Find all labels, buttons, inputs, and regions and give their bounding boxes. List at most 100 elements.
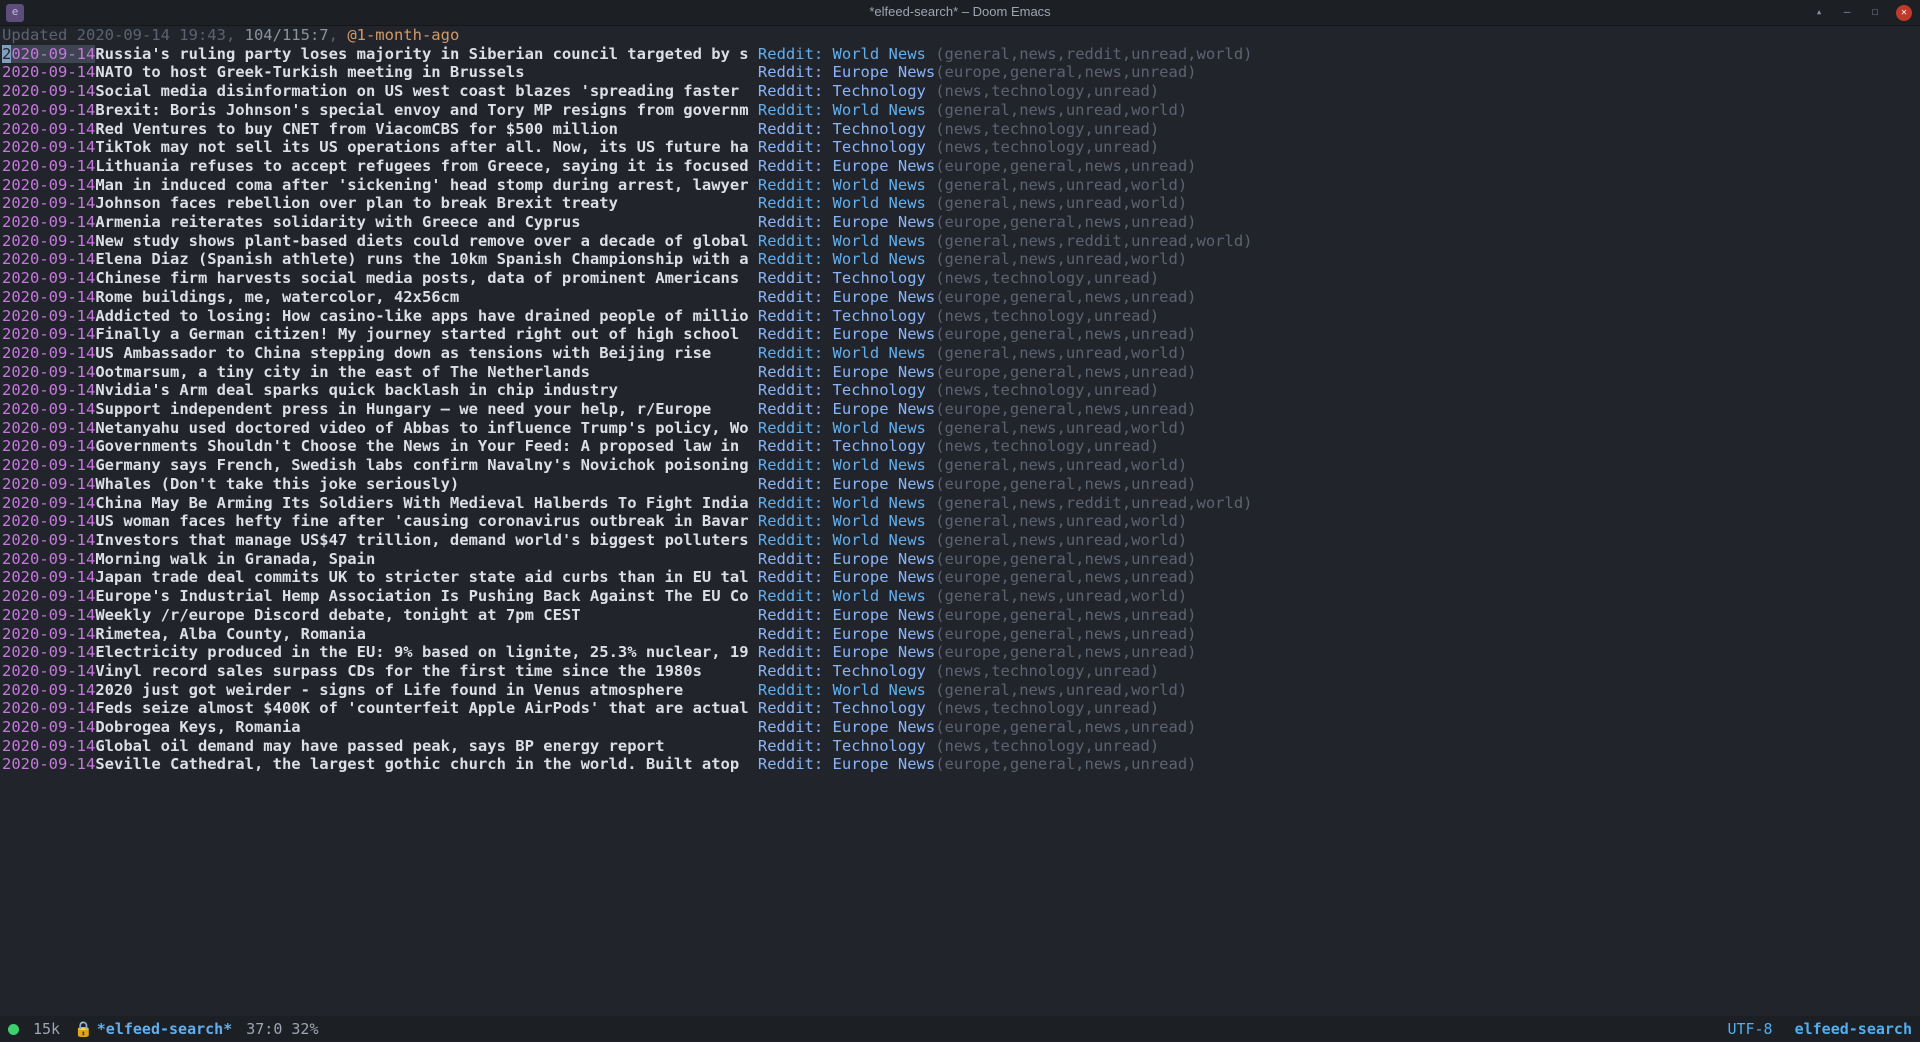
entry-feed: Reddit: Europe News [758, 755, 935, 774]
entry-title: New study shows plant-based diets could … [95, 232, 758, 251]
entry-title: Ootmarsum, a tiny city in the east of Th… [95, 363, 758, 382]
feed-entry[interactable]: 2020-09-14 Weekly /r/europe Discord deba… [2, 606, 1920, 625]
entry-title: Support independent press in Hungary – w… [95, 400, 758, 419]
entry-tags: (europe,general,news,unread) [935, 363, 1196, 382]
entry-feed: Reddit: Technology [758, 737, 935, 756]
feed-entry[interactable]: 2020-09-14 Ootmarsum, a tiny city in the… [2, 363, 1920, 382]
feed-entry[interactable]: 2020-09-14 US Ambassador to China steppi… [2, 344, 1920, 363]
entry-feed: Reddit: Europe News [758, 325, 935, 344]
entry-tags: (general,news,unread,world) [935, 101, 1187, 120]
entry-tags: (europe,general,news,unread) [935, 625, 1196, 644]
entry-date: 2020-09-14 [2, 400, 95, 419]
entry-tags: (europe,general,news,unread) [935, 325, 1196, 344]
feed-entry[interactable]: 2020-09-14 Brexit: Boris Johnson's speci… [2, 101, 1920, 120]
window-ontop-icon[interactable] [1812, 6, 1826, 20]
feed-entry[interactable]: 2020-09-14 Governments Shouldn't Choose … [2, 437, 1920, 456]
entry-tags: (europe,general,news,unread) [935, 63, 1196, 82]
entry-title: Morning walk in Granada, Spain [95, 550, 758, 569]
feed-entry[interactable]: 2020-09-14 Support independent press in … [2, 400, 1920, 419]
entry-tags: (news,technology,unread) [935, 699, 1159, 718]
status-filter: @1-month-ago [347, 26, 459, 44]
feed-entry[interactable]: 2020-09-14 Lithuania refuses to accept r… [2, 157, 1920, 176]
feed-entry[interactable]: 2020-09-14 Europe's Industrial Hemp Asso… [2, 587, 1920, 606]
entry-date: 2020-09-14 [2, 63, 95, 82]
modeline-buffer-name: *elfeed-search* [97, 1020, 232, 1039]
entry-title: Armenia reiterates solidarity with Greec… [95, 213, 758, 232]
feed-entry[interactable]: 2020-09-14 Armenia reiterates solidarity… [2, 213, 1920, 232]
feed-entry[interactable]: 2020-09-14 Johnson faces rebellion over … [2, 194, 1920, 213]
feed-entry[interactable]: 2020-09-14 Nvidia's Arm deal sparks quic… [2, 381, 1920, 400]
feed-entry[interactable]: 2020-09-14 Rome buildings, me, watercolo… [2, 288, 1920, 307]
entry-feed: Reddit: World News [758, 419, 935, 438]
entry-title: Investors that manage US$47 trillion, de… [95, 531, 758, 550]
feed-entry[interactable]: 2020-09-14 US woman faces hefty fine aft… [2, 512, 1920, 531]
entry-feed: Reddit: World News [758, 344, 935, 363]
feed-entry[interactable]: 2020-09-14 Dobrogea Keys, Romania Reddit… [2, 718, 1920, 737]
entry-date: 2020-09-14 [2, 307, 95, 326]
entry-title: Vinyl record sales surpass CDs for the f… [95, 662, 758, 681]
entry-date: 2020-09-14 [2, 718, 95, 737]
entry-feed: Reddit: Technology [758, 699, 935, 718]
feed-entry[interactable]: 2020-09-14 NATO to host Greek-Turkish me… [2, 63, 1920, 82]
entry-title: Red Ventures to buy CNET from ViacomCBS … [95, 120, 758, 139]
feed-entry[interactable]: 2020-09-14 Seville Cathedral, the larges… [2, 755, 1920, 774]
entry-date: 2020-09-14 [2, 363, 95, 382]
entry-date: 2020-09-14 [2, 250, 95, 269]
entry-feed: Reddit: Europe News [758, 606, 935, 625]
entry-feed: Reddit: Europe News [758, 550, 935, 569]
modeline: 15k 🔒 *elfeed-search* 37:0 32% UTF-8 elf… [0, 1016, 1920, 1042]
feed-entry[interactable]: 2020-09-14 Social media disinformation o… [2, 82, 1920, 101]
feed-entry[interactable]: 2020-09-14 Addicted to losing: How casin… [2, 307, 1920, 326]
entry-tags: (general,news,unread,world) [935, 512, 1187, 531]
feed-entry[interactable]: 2020-09-14 TikTok may not sell its US op… [2, 138, 1920, 157]
feed-entry[interactable]: 2020-09-14 Red Ventures to buy CNET from… [2, 120, 1920, 139]
entry-date: 2020-09-14 [2, 568, 95, 587]
entry-date: 2020-09-14 [2, 531, 95, 550]
feed-entry[interactable]: 2020-09-14 2020 just got weirder - signs… [2, 681, 1920, 700]
entry-date: 2020-09-14 [2, 381, 95, 400]
entry-date: 2020-09-14 [2, 138, 95, 157]
feed-entry[interactable]: 2020-09-14 China May Be Arming Its Soldi… [2, 494, 1920, 513]
status-count: 104/115:7 [245, 26, 329, 44]
feed-entry[interactable]: 2020-09-14 Morning walk in Granada, Spai… [2, 550, 1920, 569]
feed-entry[interactable]: 2020-09-14 Electricity produced in the E… [2, 643, 1920, 662]
feed-entry[interactable]: 2020-09-14 Finally a German citizen! My … [2, 325, 1920, 344]
feed-entry[interactable]: 2020-09-14 Germany says French, Swedish … [2, 456, 1920, 475]
entry-title: Rome buildings, me, watercolor, 42x56cm [95, 288, 758, 307]
entry-title: Europe's Industrial Hemp Association Is … [95, 587, 758, 606]
feed-entry[interactable]: 2020-09-14 Elena Diaz (Spanish athlete) … [2, 250, 1920, 269]
window-maximize-icon[interactable] [1868, 6, 1882, 20]
window-minimize-icon[interactable] [1840, 6, 1854, 20]
feed-entry[interactable]: 2020-09-14 Chinese firm harvests social … [2, 269, 1920, 288]
feed-entry[interactable]: 2020-09-14 Russia's ruling party loses m… [2, 45, 1920, 64]
feed-entry[interactable]: 2020-09-14 Rimetea, Alba County, Romania… [2, 625, 1920, 644]
feed-entry[interactable]: 2020-09-14 Feds seize almost $400K of 'c… [2, 699, 1920, 718]
entry-feed: Reddit: World News [758, 101, 935, 120]
entry-tags: (news,technology,unread) [935, 120, 1159, 139]
feed-entry[interactable]: 2020-09-14 Vinyl record sales surpass CD… [2, 662, 1920, 681]
feed-entry[interactable]: 2020-09-14 Whales (Don't take this joke … [2, 475, 1920, 494]
entry-title: Dobrogea Keys, Romania [95, 718, 758, 737]
entry-date: 2020-09-14 [2, 101, 95, 120]
entry-feed: Reddit: World News [758, 494, 935, 513]
feed-entry-list[interactable]: 2020-09-14 Russia's ruling party loses m… [2, 45, 1920, 774]
entry-feed: Reddit: World News [758, 194, 935, 213]
feed-entry[interactable]: 2020-09-14 Global oil demand may have pa… [2, 737, 1920, 756]
entry-date: 2020-09-14 [2, 681, 95, 700]
entry-title: Nvidia's Arm deal sparks quick backlash … [95, 381, 758, 400]
feed-entry[interactable]: 2020-09-14 Japan trade deal commits UK t… [2, 568, 1920, 587]
buffer-content[interactable]: Updated 2020-09-14 19:43, 104/115:7, @1-… [0, 26, 1920, 774]
feed-entry[interactable]: 2020-09-14 New study shows plant-based d… [2, 232, 1920, 251]
entry-tags: (general,news,unread,world) [935, 587, 1187, 606]
entry-title: Seville Cathedral, the largest gothic ch… [95, 755, 758, 774]
entry-tags: (europe,general,news,unread) [935, 157, 1196, 176]
feed-entry[interactable]: 2020-09-14 Man in induced coma after 'si… [2, 176, 1920, 195]
entry-tags: (europe,general,news,unread) [935, 755, 1196, 774]
entry-feed: Reddit: Europe News [758, 363, 935, 382]
entry-tags: (general,news,reddit,unread,world) [935, 45, 1252, 64]
feed-entry[interactable]: 2020-09-14 Investors that manage US$47 t… [2, 531, 1920, 550]
window-close-icon[interactable]: ✕ [1896, 5, 1912, 21]
entry-title: Feds seize almost $400K of 'counterfeit … [95, 699, 758, 718]
feed-entry[interactable]: 2020-09-14 Netanyahu used doctored video… [2, 419, 1920, 438]
elfeed-status-line: Updated 2020-09-14 19:43, 104/115:7, @1-… [2, 26, 1920, 45]
